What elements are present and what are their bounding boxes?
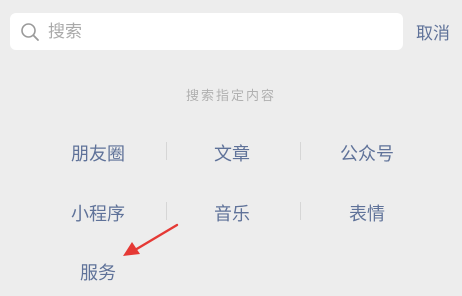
divider bbox=[166, 202, 167, 220]
category-articles[interactable]: 文章 bbox=[214, 140, 250, 166]
divider bbox=[300, 202, 301, 220]
divider bbox=[166, 142, 167, 160]
search-bar[interactable] bbox=[10, 13, 403, 50]
annotation-arrow-icon bbox=[123, 223, 179, 256]
divider bbox=[300, 142, 301, 160]
category-official-accounts[interactable]: 公众号 bbox=[340, 140, 394, 166]
category-services[interactable]: 服务 bbox=[80, 259, 116, 285]
category-stickers[interactable]: 表情 bbox=[349, 200, 385, 226]
category-music[interactable]: 音乐 bbox=[214, 200, 250, 226]
category-moments[interactable]: 朋友圈 bbox=[71, 140, 125, 166]
search-input[interactable] bbox=[48, 13, 388, 50]
section-title: 搜索指定内容 bbox=[185, 89, 276, 104]
search-icon bbox=[21, 23, 39, 41]
cancel-button[interactable]: 取消 bbox=[416, 19, 450, 44]
